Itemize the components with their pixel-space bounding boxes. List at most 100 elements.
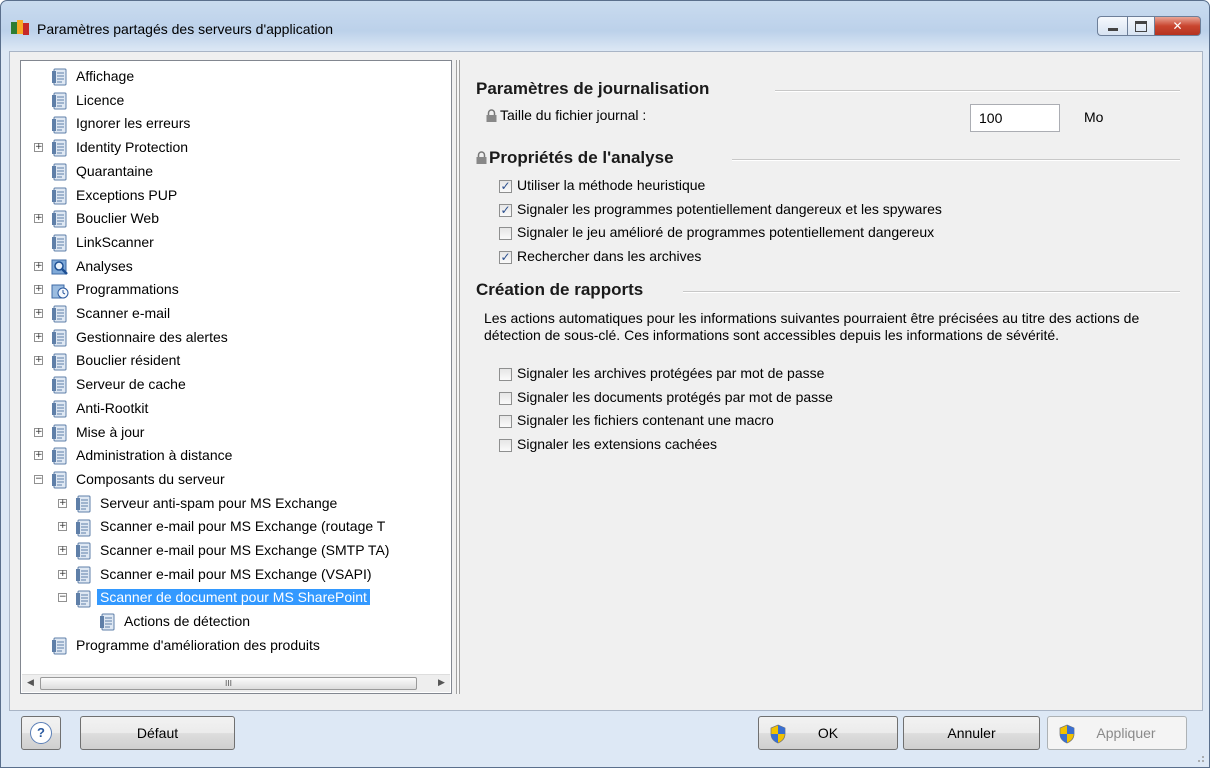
expand-icon[interactable]: + xyxy=(34,451,43,461)
avg-logo-icon xyxy=(11,20,29,35)
expand-icon[interactable]: + xyxy=(58,546,67,555)
tree-item-label: Exceptions PUP xyxy=(76,186,178,203)
log-size-field[interactable]: 100 xyxy=(970,104,1060,132)
tree-item[interactable]: Quarantaine xyxy=(51,160,156,182)
pane-splitter[interactable] xyxy=(456,60,460,694)
maximize-button[interactable] xyxy=(1127,16,1155,36)
ok-label: OK xyxy=(817,725,839,741)
ok-button[interactable]: OK xyxy=(758,716,898,750)
tree-item-label: Serveur de cache xyxy=(76,376,186,393)
minimize-icon xyxy=(1107,27,1118,31)
report-option-checkbox[interactable] xyxy=(499,438,512,452)
scrollbar-grip-icon: III xyxy=(224,679,233,688)
apply-button[interactable]: Appliquer xyxy=(1047,716,1187,750)
tree-item[interactable]: Gestionnaire des alertes xyxy=(51,326,231,348)
tree-horizontal-scrollbar[interactable]: ◀ III ▶ xyxy=(22,674,450,692)
tree-item[interactable]: Programmations xyxy=(51,278,182,300)
tree-item[interactable]: Serveur de cache xyxy=(51,373,189,395)
tree-item[interactable]: Scanner de document pour MS SharePoint xyxy=(75,586,370,608)
settings-page-icon xyxy=(51,67,69,87)
tree-item[interactable]: Scanner e-mail xyxy=(51,302,173,324)
tree-item[interactable]: Composants du serveur xyxy=(51,468,228,490)
apply-label: Appliquer xyxy=(1096,725,1156,741)
tree-item-label: Scanner e-mail xyxy=(76,305,171,321)
tree-item[interactable]: Affichage xyxy=(51,65,137,87)
settings-page-icon xyxy=(51,138,69,158)
report-option-checkbox[interactable] xyxy=(499,368,512,381)
lock-icon xyxy=(486,109,497,122)
report-option-checkbox[interactable] xyxy=(499,415,512,428)
tree-item[interactable]: Bouclier Web xyxy=(51,207,162,229)
tree-item[interactable]: Programme d'amélioration des produits xyxy=(51,634,323,656)
scroll-left-arrow-icon[interactable]: ◀ xyxy=(22,675,39,692)
tree-item[interactable]: Serveur anti-spam pour MS Exchange xyxy=(75,492,340,514)
cancel-button[interactable]: Annuler xyxy=(903,716,1040,750)
default-button[interactable]: Défaut xyxy=(80,716,235,750)
expand-icon[interactable]: + xyxy=(58,522,67,532)
tree-item-label: Affichage xyxy=(76,68,135,84)
tree-item[interactable]: Actions de détection xyxy=(99,610,253,632)
magnifier-icon xyxy=(51,257,69,277)
expand-icon[interactable]: + xyxy=(34,143,43,153)
settings-page-icon xyxy=(75,494,93,514)
tree-item-label: Ignorer les erreurs xyxy=(76,115,191,132)
reports-section-title: Création de rapports xyxy=(476,280,644,299)
expand-icon[interactable]: + xyxy=(34,356,43,366)
expand-icon[interactable]: + xyxy=(34,309,43,318)
uac-shield-icon xyxy=(770,724,786,744)
collapse-icon[interactable]: − xyxy=(34,474,43,484)
settings-page-icon xyxy=(75,589,93,609)
analysis-option-checkbox[interactable] xyxy=(499,227,512,240)
tree-item-label: Analyses xyxy=(76,257,133,274)
tree-item-label: Composants du serveur xyxy=(76,470,225,487)
tree-item-label: Actions de détection xyxy=(124,613,251,630)
settings-tree[interactable]: ◀ III ▶ Affichage Licence Ignorer les erre… xyxy=(20,60,452,694)
tree-item[interactable]: Exceptions PUP xyxy=(51,184,180,206)
close-button[interactable]: ✕ xyxy=(1155,16,1201,36)
expand-icon[interactable]: + xyxy=(34,261,43,271)
collapse-icon[interactable]: − xyxy=(58,593,67,603)
expand-icon[interactable]: + xyxy=(34,214,43,224)
tree-item-label: Bouclier Web xyxy=(76,210,160,227)
analysis-option-label: Signaler le jeu amélioré de programmes p… xyxy=(517,224,935,240)
tree-item[interactable]: Analyses xyxy=(51,255,136,277)
tree-item[interactable]: Ignorer les erreurs xyxy=(51,112,193,134)
tree-item[interactable]: Administration à distance xyxy=(51,444,235,466)
tree-item-label: Serveur anti-spam pour MS Exchange xyxy=(100,494,338,511)
expand-icon[interactable]: + xyxy=(58,569,67,579)
tree-item[interactable]: Scanner e-mail pour MS Exchange (routage… xyxy=(75,515,388,537)
expand-icon[interactable]: + xyxy=(34,285,43,295)
tree-item[interactable]: Bouclier résident xyxy=(51,349,183,371)
tree-item[interactable]: Anti-Rootkit xyxy=(51,397,151,419)
settings-page-icon xyxy=(51,399,69,419)
scrollbar-thumb[interactable]: III xyxy=(40,677,417,690)
settings-page-icon xyxy=(51,304,69,324)
analysis-option-checkbox[interactable]: ✓ xyxy=(499,203,512,217)
tree-item[interactable]: Licence xyxy=(51,89,127,111)
logging-section-title: Paramètres de journalisation xyxy=(476,79,710,98)
tree-item-label: Mise à jour xyxy=(76,423,145,440)
minimize-button[interactable] xyxy=(1097,16,1127,36)
window-controls: ✕ xyxy=(1097,16,1201,38)
tree-item[interactable]: Scanner e-mail pour MS Exchange (VSAPI) xyxy=(75,563,375,585)
expand-icon[interactable]: + xyxy=(58,498,67,508)
help-button[interactable]: ? xyxy=(21,716,61,750)
settings-window: Paramètres partagés des serveurs d'appli… xyxy=(0,0,1210,768)
tree-item[interactable]: Mise à jour xyxy=(51,421,147,443)
clock-icon xyxy=(51,281,69,301)
expand-icon[interactable]: + xyxy=(34,332,43,342)
tree-item-label: Identity Protection xyxy=(76,139,189,156)
resize-grip-icon[interactable] xyxy=(1195,753,1205,763)
analysis-section-title: Propriétés de l'analyse xyxy=(489,148,674,167)
title-bar[interactable]: Paramètres partagés des serveurs d'appli… xyxy=(1,1,1209,51)
analysis-option-checkbox[interactable]: ✓ xyxy=(499,250,512,264)
tree-item[interactable]: Scanner e-mail pour MS Exchange (SMTP TA… xyxy=(75,539,392,561)
analysis-option-checkbox[interactable]: ✓ xyxy=(499,180,512,193)
report-option-checkbox[interactable] xyxy=(499,391,512,405)
scroll-right-arrow-icon[interactable]: ▶ xyxy=(433,675,450,692)
settings-page-icon xyxy=(75,541,93,561)
tree-item[interactable]: Identity Protection xyxy=(51,136,191,158)
analysis-option-label: Signaler les programmes potentiellement … xyxy=(517,200,942,217)
expand-icon[interactable]: + xyxy=(34,427,43,437)
tree-item[interactable]: LinkScanner xyxy=(51,231,157,253)
